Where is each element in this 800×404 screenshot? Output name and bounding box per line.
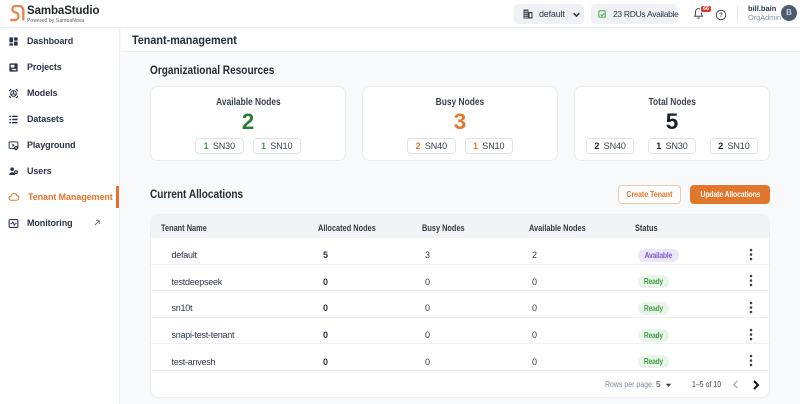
svg-text:?: ? xyxy=(719,13,723,19)
